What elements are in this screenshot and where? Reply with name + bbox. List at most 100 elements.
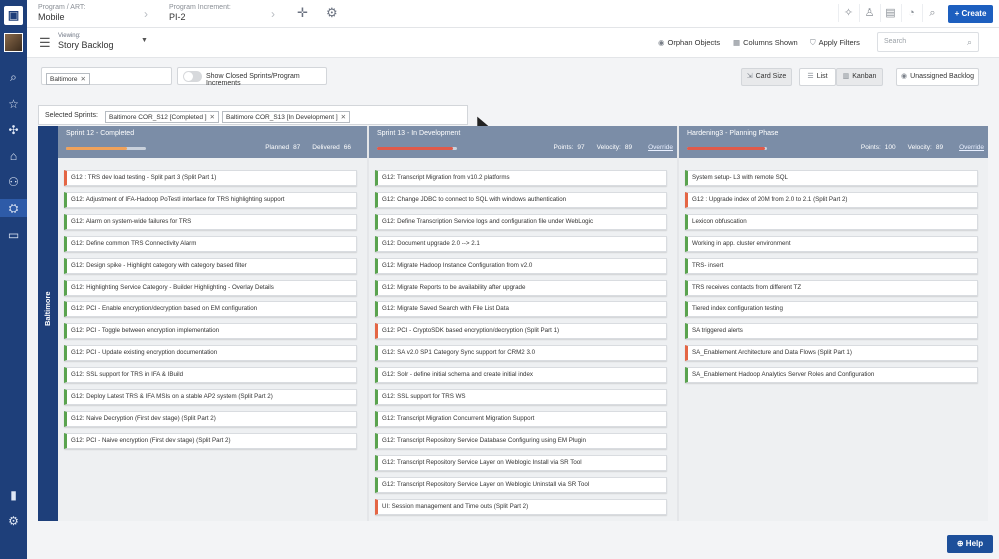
story-card[interactable]: SA_Enablement Hadoop Analytics Server Ro…	[685, 367, 978, 384]
settings-nav-icon[interactable]: ⚙	[0, 512, 27, 530]
story-card[interactable]: G12: Deploy Latest TRS & IFA MSIs on a s…	[64, 389, 357, 405]
list-icon: ☰	[807, 73, 814, 80]
story-card[interactable]: G12: PCI - CryptoSDK based encryption/de…	[375, 323, 667, 340]
search-icon[interactable]: ⌕	[922, 4, 942, 22]
team-chip[interactable]: Baltimore ✕	[46, 73, 90, 85]
close-icon[interactable]: ✕	[210, 114, 215, 121]
kanban-label: Kanban	[852, 73, 877, 80]
list-button[interactable]: ☰ List	[799, 68, 836, 86]
story-card[interactable]: G12: Define common TRS Connectivity Alar…	[64, 235, 357, 252]
team-select[interactable]: Baltimore ✕	[41, 67, 172, 85]
orphan-objects-button[interactable]: ◉ Orphan Objects	[658, 38, 720, 47]
user-avatar[interactable]	[4, 33, 23, 52]
filter-row: Baltimore ✕ Show Closed Sprints/Program I…	[27, 58, 999, 98]
stat-value: 89	[624, 144, 633, 151]
story-card[interactable]: UI: Session management and Time outs (Sp…	[375, 498, 667, 515]
kanban-button[interactable]: ▥ Kanban	[836, 68, 883, 86]
inbox-nav-icon[interactable]: ▭	[0, 226, 27, 244]
viewing-label: Viewing:	[58, 33, 81, 39]
reports-nav-icon[interactable]: ▮	[0, 486, 27, 504]
selected-sprints-row[interactable]: Selected Sprints: Baltimore COR_S12 [Com…	[38, 105, 468, 141]
story-card[interactable]: G12: Transcript Migration Concurrent Mig…	[375, 410, 667, 427]
story-card[interactable]: Tiered index configuration testing	[685, 301, 978, 318]
close-icon[interactable]: ✕	[80, 76, 85, 83]
story-card[interactable]: G12: Migrate Saved Search with File List…	[375, 301, 667, 318]
program-label: Program / ART:	[38, 4, 86, 11]
bell-icon[interactable]: ◔	[901, 4, 921, 22]
sprint-header: Sprint 13 - In Development Points: 97 Veloc…	[369, 126, 677, 158]
help-button[interactable]: ⊕ Help	[947, 535, 993, 553]
caret-down-icon[interactable]: ▼	[141, 37, 148, 44]
unassigned-backlog-button[interactable]: ◉ Unassigned Backlog	[896, 68, 979, 86]
team-nav-icon[interactable]: ⛭	[0, 199, 27, 217]
story-card[interactable]: G12: Define Transcription Service logs a…	[375, 213, 667, 230]
app-logo-icon[interactable]: ▣	[4, 6, 23, 25]
columns-icon: ▦	[733, 38, 741, 47]
story-card[interactable]: G12 : TRS dev load testing - Split part …	[64, 170, 357, 186]
search-nav-icon[interactable]: ⌕	[0, 68, 27, 86]
apply-filters-button[interactable]: ⛉ Apply Filters	[810, 38, 860, 48]
story-card[interactable]: G12: Solr - define initial schema and cr…	[375, 367, 667, 384]
story-card[interactable]: SA_Enablement Architecture and Data Flow…	[685, 345, 978, 362]
orphan-objects-label: Orphan Objects	[667, 38, 721, 47]
left-rail: ▣ ⌕ ☆ ✣ ⌂ ⚇ ⛭ ▭ ▮ ⚙	[0, 0, 27, 559]
story-card[interactable]: Working in app. cluster environment	[685, 235, 978, 252]
story-card[interactable]: G12: PCI - Update existing encryption do…	[64, 345, 357, 362]
favorites-nav-icon[interactable]: ☆	[0, 95, 27, 113]
sprint-chip[interactable]: Baltimore COR_S12 [Completed ] ✕	[105, 111, 219, 123]
story-card[interactable]: G12: Transcript Repository Service Layer…	[375, 454, 667, 471]
story-card[interactable]: G12: PCI - Naive encryption (First dev s…	[64, 432, 357, 449]
kanban-icon: ▥	[842, 73, 850, 80]
create-button[interactable]: + Create	[948, 5, 993, 23]
card-size-button[interactable]: ⇲ Card Size	[741, 68, 792, 86]
sprint-header: Hardening3 - Planning Phase Points: 100 Vel…	[679, 126, 988, 158]
viewing-select[interactable]: Story Backlog	[58, 40, 114, 50]
story-card[interactable]: G12: Transcript Repository Service Layer…	[375, 476, 667, 493]
increment-breadcrumb[interactable]: Program Increment: PI-2	[169, 4, 231, 22]
search-input[interactable]: Search ⌕	[877, 32, 979, 52]
toggle-switch[interactable]	[183, 71, 202, 82]
user-icon[interactable]: ♙	[859, 4, 879, 22]
program-nav-icon[interactable]: ⚇	[0, 173, 27, 191]
story-card[interactable]: G12: SA v2.0 SP1 Category Sync support f…	[375, 345, 667, 362]
sprint-chip[interactable]: Baltimore COR_S13 [In Development ] ✕	[222, 111, 351, 123]
pin-icon[interactable]: ✧	[838, 4, 858, 22]
clipboard-icon[interactable]: ▤	[880, 4, 900, 22]
add-icon[interactable]: ✛	[297, 5, 308, 21]
columns-shown-button[interactable]: ▦ Columns Shown	[733, 38, 798, 47]
story-card[interactable]: G12: Change JDBC to connect to SQL with …	[375, 191, 667, 208]
show-closed-toggle[interactable]: Show Closed Sprints/Program Increments	[177, 67, 327, 87]
story-card[interactable]: G12: PCI - Enable encryption/decryption …	[64, 301, 357, 318]
story-card[interactable]: G12: Naive Decryption (First dev stage) …	[64, 410, 357, 427]
story-card[interactable]: G12: Migrate Reports to be availability …	[375, 279, 667, 296]
sprint-header: Sprint 12 - Completed Planned 87 Delivered 6…	[58, 126, 367, 158]
story-card[interactable]: G12: Transcript Repository Service Datab…	[375, 432, 667, 449]
close-icon[interactable]: ✕	[341, 114, 346, 121]
story-card[interactable]: G12: Migrate Hadoop Instance Configurati…	[375, 257, 667, 274]
override-link[interactable]: Override	[648, 144, 673, 151]
story-card[interactable]: G12: Adjustment of IFA-Hadoop PoTestI in…	[64, 191, 357, 208]
story-card[interactable]: G12: Transcript Migration from v10.2 pla…	[375, 170, 667, 186]
story-card[interactable]: G12: Design spike - Highlight category w…	[64, 257, 357, 274]
story-card[interactable]: G12: Document upgrade 2.0 --> 2.1	[375, 235, 667, 252]
strategy-nav-icon[interactable]: ✣	[0, 121, 27, 139]
stat-value: 87	[293, 144, 301, 151]
story-card[interactable]: G12: Alarm on system-wide failures for T…	[64, 213, 357, 230]
story-card[interactable]: Lexicon obfuscation	[685, 213, 978, 230]
story-card[interactable]: SA triggered alerts	[685, 323, 978, 340]
gear-icon[interactable]: ⚙	[326, 5, 338, 21]
portfolio-nav-icon[interactable]: ⌂	[0, 147, 27, 165]
story-card[interactable]: G12: Highlighting Service Category - Bui…	[64, 279, 357, 296]
story-card[interactable]: System setup- L3 with remote SQL	[685, 170, 978, 186]
sprint-card-list: G12 : TRS dev load testing - Split part …	[58, 158, 367, 521]
story-card[interactable]: TRS receives contacts from different TZ	[685, 279, 978, 296]
story-card[interactable]: G12: SSL support for TRS in IFA & IBuild	[64, 367, 357, 384]
eye-icon: ◉	[658, 38, 665, 47]
card-size-label: Card Size	[755, 73, 787, 80]
story-card[interactable]: G12: PCI - Toggle between encryption imp…	[64, 323, 357, 340]
story-card[interactable]: G12 : Upgrade index of 20M from 2.0 to 2…	[685, 191, 978, 208]
override-link[interactable]: Override	[959, 144, 984, 151]
story-card[interactable]: G12: SSL support for TRS WS	[375, 389, 667, 405]
program-breadcrumb[interactable]: Program / ART: Mobile	[38, 4, 85, 22]
story-card[interactable]: TRS- insert	[685, 257, 978, 274]
